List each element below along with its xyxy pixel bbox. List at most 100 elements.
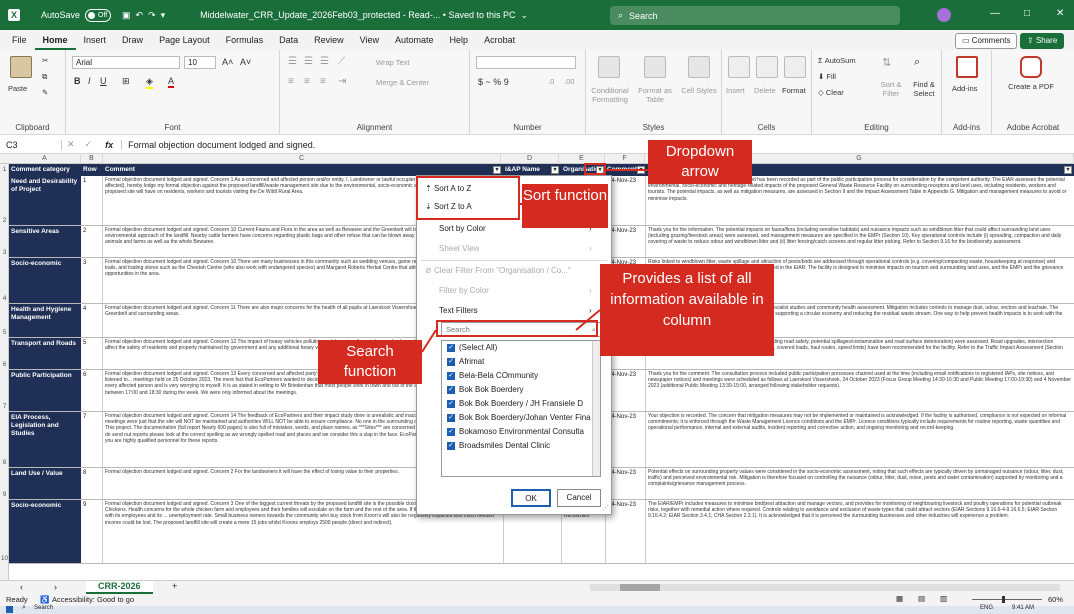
conditional-formatting-button[interactable]: Conditional Formatting (588, 86, 632, 104)
align-top-icon[interactable]: ☰ (288, 56, 297, 67)
taskbar-search[interactable]: Search (34, 605, 53, 611)
row-number-cell[interactable]: 8 (81, 468, 103, 499)
column-header-f[interactable]: F (605, 154, 645, 164)
sort-by-color-item[interactable]: Sort by Color › (439, 224, 592, 233)
row-number-cell[interactable]: 3 (81, 258, 103, 303)
comment-category-cell[interactable]: EIA Process, Legislation and Studies (9, 412, 81, 467)
save-icon[interactable]: ▣ (122, 10, 131, 21)
response-cell[interactable]: The EIAR/EMPr includes measures to minim… (645, 500, 1074, 563)
filter-value-item[interactable]: ✓ (Select All) (442, 341, 600, 355)
name-box[interactable]: C3 (0, 139, 62, 150)
format-painter-icon[interactable]: ✎ (42, 88, 48, 97)
row-header[interactable]: 2 (0, 217, 9, 224)
prev-sheet-icon[interactable]: ‹ (20, 582, 23, 592)
response-cell[interactable]: Thank you for the comment. The consultat… (645, 370, 1074, 411)
shrink-font-icon[interactable]: A˅ (240, 57, 251, 67)
align-bottom-icon[interactable]: ☰ (320, 56, 329, 67)
comment-category-cell[interactable]: Health and Hygiene Management (9, 304, 81, 337)
comment-category-cell[interactable]: Need and Desirability of Project (9, 176, 81, 225)
title-search-box[interactable]: ⌕ Search (610, 6, 900, 25)
underline-icon[interactable]: U (100, 76, 107, 86)
filter-value-item[interactable]: ✓ Bokamoso Environmental Consulta (442, 425, 600, 439)
row-number-cell[interactable]: 4 (81, 304, 103, 337)
zoom-slider-thumb[interactable] (1002, 596, 1005, 603)
row-number-cell[interactable]: 2 (81, 226, 103, 257)
add-sheet-icon[interactable]: + (172, 581, 177, 591)
row-header[interactable]: 10 (0, 555, 9, 562)
checkbox-checked-icon[interactable]: ✓ (447, 414, 455, 422)
response-cell[interactable]: Your objection is recorded. The concern … (645, 412, 1074, 467)
insert-cells-icon[interactable] (728, 56, 750, 78)
normal-view-icon[interactable]: ▦ (896, 594, 903, 603)
close-button[interactable]: ✕ (1056, 8, 1064, 19)
copy-icon[interactable]: ⧉ (42, 72, 47, 82)
comment-category-cell[interactable]: Public Participation (9, 370, 81, 411)
paste-button[interactable]: Paste (8, 84, 27, 93)
list-scrollbar[interactable] (592, 341, 600, 476)
windows-start-icon[interactable] (6, 606, 13, 613)
row-header[interactable]: 1 (0, 166, 9, 173)
row-number-cell[interactable]: 9 (81, 500, 103, 563)
menu-help[interactable]: Help (442, 30, 477, 50)
clear-button[interactable]: ◇ Clear (818, 88, 844, 97)
number-format-select[interactable] (476, 56, 576, 69)
conditional-formatting-icon[interactable] (598, 56, 620, 78)
find-select-icon[interactable]: ⌕ (914, 56, 920, 69)
checkbox-checked-icon[interactable]: ✓ (447, 400, 455, 408)
fill-color-icon[interactable]: ◈ (146, 76, 153, 89)
font-size-select[interactable]: 10 (184, 56, 216, 69)
cell-styles-button[interactable]: Cell Styles (680, 86, 718, 95)
delete-cells-icon[interactable] (756, 56, 778, 78)
scrollbar-thumb[interactable] (620, 584, 660, 591)
text-filters-item[interactable]: Text Filters › (439, 306, 592, 315)
cancel-button[interactable]: Cancel (557, 489, 601, 507)
format-cells-icon[interactable] (784, 56, 806, 78)
undo-icon[interactable]: ↶ (136, 10, 144, 21)
menu-review[interactable]: Review (306, 30, 352, 50)
response-cell[interactable]: Thank you for the information. The poten… (645, 226, 1074, 257)
accessibility-icon[interactable]: ♿ (40, 595, 49, 604)
row-header[interactable]: 4 (0, 295, 9, 302)
filter-value-item[interactable]: ✓ Broadsmiles Dental Clinic (442, 439, 600, 453)
filter-value-item[interactable]: ✓ Bok Bok Boerdery (442, 383, 600, 397)
iap-filter-dropdown-icon[interactable]: ▾ (551, 166, 559, 174)
filter-value-item[interactable]: ✓ Bok Bok Boerdery/Johan Venter Fina (442, 411, 600, 425)
comment-category-cell[interactable]: Transport and Roads (9, 338, 81, 369)
menu-view[interactable]: View (352, 30, 387, 50)
cut-icon[interactable]: ✂ (42, 56, 48, 65)
column-header-b[interactable]: B (81, 154, 103, 164)
menu-insert[interactable]: Insert (76, 30, 115, 50)
format-cells-button[interactable]: Format (782, 86, 806, 95)
align-center-icon[interactable]: ≡ (304, 76, 310, 87)
row-number-cell[interactable]: 7 (81, 412, 103, 467)
filter-value-item[interactable]: ✓ Bela-Bela COmmunity (442, 369, 600, 383)
insert-function-icon[interactable]: fx (97, 140, 121, 150)
merge-center-button[interactable]: Merge & Center (376, 78, 429, 87)
format-as-table-icon[interactable] (644, 56, 666, 78)
wrap-text-button[interactable]: Wrap Text (376, 58, 410, 67)
bold-icon[interactable]: B (74, 76, 81, 86)
page-layout-view-icon[interactable]: ▤ (918, 594, 925, 603)
row-number-cell[interactable]: 5 (81, 338, 103, 369)
column-header-c[interactable]: C (103, 154, 501, 164)
number-format-symbols[interactable]: $ ~ % 9 (478, 77, 509, 87)
quick-access-more-icon[interactable]: ▾ (161, 10, 166, 21)
borders-icon[interactable]: ⊞ (122, 76, 130, 87)
cell-styles-icon[interactable] (688, 56, 710, 78)
comment-category-cell[interactable]: Land Use / Value (9, 468, 81, 499)
sort-filter-icon[interactable]: ⇅ (882, 56, 891, 69)
formula-bar-enter-icon[interactable]: ✓ (80, 139, 98, 150)
comment-category-cell[interactable]: Sensitive Areas (9, 226, 81, 257)
row-number-cell[interactable]: 6 (81, 370, 103, 411)
share-button[interactable]: ⇪ Share (1020, 33, 1065, 49)
format-as-table-button[interactable]: Format as Table (634, 86, 676, 104)
comment-category-cell[interactable]: Socio-economic (9, 258, 81, 303)
menu-draw[interactable]: Draw (114, 30, 151, 50)
align-right-icon[interactable]: ≡ (320, 76, 326, 87)
paste-icon[interactable] (10, 56, 32, 78)
align-middle-icon[interactable]: ☰ (304, 56, 313, 67)
user-avatar[interactable] (937, 8, 951, 22)
decrease-decimal-icon[interactable]: .00 (564, 77, 574, 86)
indent-icon[interactable]: ⇥ (338, 76, 346, 87)
formula-bar-cancel-icon[interactable]: ✕ (62, 139, 80, 150)
